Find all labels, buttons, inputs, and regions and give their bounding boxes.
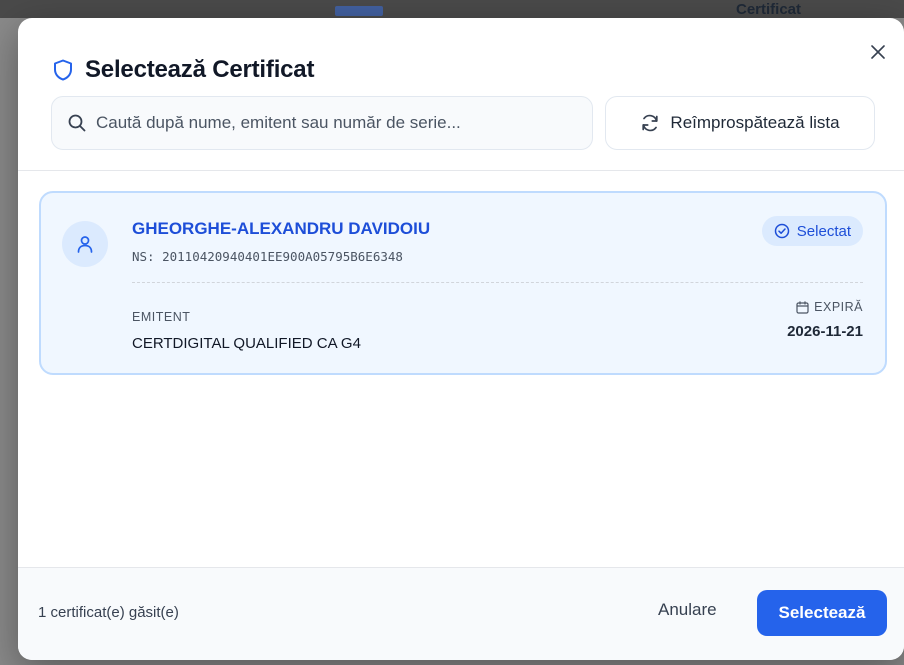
search-icon [68, 114, 86, 132]
background-tab [335, 6, 383, 16]
user-icon [77, 236, 93, 253]
dialog-title: Selectează Certificat [85, 56, 315, 83]
certificate-dialog: Selectează Certificat Reîmprospătează li… [18, 18, 904, 660]
cancel-button[interactable]: Anulare [658, 600, 717, 620]
refresh-label: Reîmprospătează lista [670, 113, 840, 132]
background-title: Certificat [736, 1, 802, 18]
card-divider [132, 282, 863, 283]
certificate-count: 1 certificat(e) găsit(e) [38, 604, 179, 621]
refresh-icon [642, 114, 659, 132]
certificate-serial: NS: 20110420940401EE900A05795B6E6348 [132, 249, 403, 264]
refresh-button[interactable]: Reîmprospătează lista [605, 96, 875, 150]
issuer-value: CERTDIGITAL QUALIFIED CA G4 [132, 335, 361, 352]
calendar-icon [796, 300, 809, 314]
issuer-label: EMITENT [132, 310, 191, 324]
expiry-label: EXPIRĂ [796, 300, 863, 314]
expiry-label-text: EXPIRĂ [814, 300, 863, 314]
certificate-name: GHEORGHE-ALEXANDRU DAVIDOIU [132, 219, 431, 238]
background-header: Certificat [0, 0, 904, 18]
title-row: Selectează Certificat [53, 56, 314, 84]
dialog-header: Selectează Certificat Reîmprospătează li… [18, 18, 904, 171]
status-badge: Selectat [761, 216, 863, 246]
shield-icon [54, 59, 72, 81]
avatar [62, 221, 108, 267]
dialog-footer: 1 certificat(e) găsit(e) Anulare Selecte… [18, 567, 904, 660]
check-circle-icon [774, 223, 790, 239]
search-box[interactable] [51, 96, 593, 150]
expiry-value: 2026-11-21 [787, 323, 863, 340]
search-input[interactable] [96, 113, 566, 133]
certificate-item[interactable]: GHEORGHE-ALEXANDRU DAVIDOIU NS: 20110420… [39, 191, 887, 375]
certificate-list: GHEORGHE-ALEXANDRU DAVIDOIU NS: 20110420… [18, 171, 904, 567]
status-badge-label: Selectat [796, 222, 851, 240]
select-button[interactable]: Selectează [757, 590, 887, 636]
